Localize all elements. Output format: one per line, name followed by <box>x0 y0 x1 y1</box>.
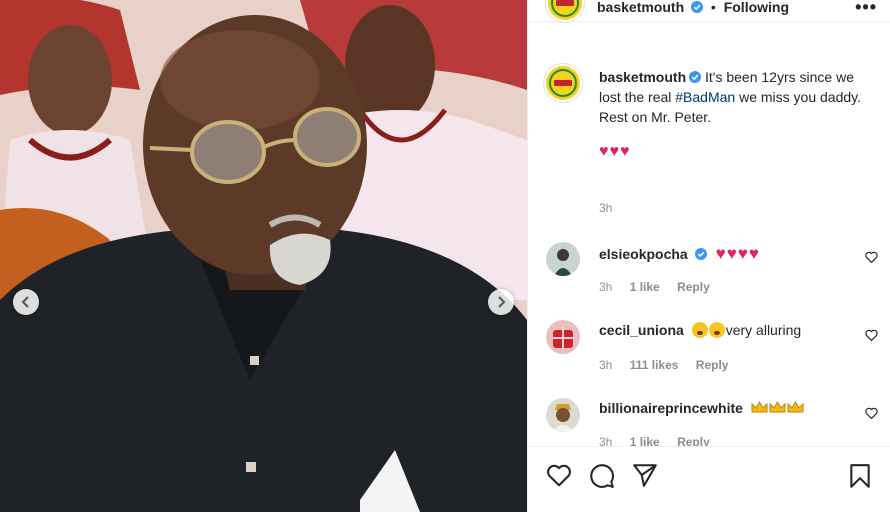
separator-dot: • <box>710 0 716 15</box>
caption-timestamp[interactable]: 3h <box>599 201 612 215</box>
astonished-face-emoji <box>691 322 708 338</box>
post-header-title: basketmouth • Following <box>597 0 789 15</box>
post-photo <box>0 0 527 512</box>
caption-hearts: ♥♥♥ <box>599 143 631 160</box>
comment-meta: 3h 111 likes Reply <box>599 358 742 372</box>
crown-emoji-icon <box>787 401 804 413</box>
commenter-avatar[interactable] <box>546 320 580 354</box>
chevron-left-icon <box>21 296 29 308</box>
post-sidebar: basketmouth • Following ••• basketmouth … <box>527 0 890 512</box>
comment-bubble-icon[interactable] <box>589 463 615 489</box>
post-header: basketmouth • Following ••• <box>528 0 890 22</box>
verified-badge-icon <box>689 71 702 83</box>
comment-text: very alluring <box>725 322 802 338</box>
caption-line-2: Rest on Mr. Peter. <box>599 109 712 125</box>
comment-likes[interactable]: 1 like <box>630 280 660 294</box>
commenter-avatar[interactable] <box>546 242 580 276</box>
comment-item: elsieokpocha ♥♥♥♥ 3h 1 like Reply <box>528 242 890 302</box>
comment-text: ♥♥♥♥ <box>715 244 760 263</box>
comment-like-icon[interactable] <box>865 329 878 341</box>
comment-reply-button[interactable]: Reply <box>677 280 710 294</box>
more-options-icon[interactable]: ••• <box>855 0 877 18</box>
caption-text: basketmouth It's been 12yrs since we los… <box>599 67 879 162</box>
post-action-bar <box>528 446 890 512</box>
verified-badge-icon <box>694 248 707 260</box>
comment-item: cecil_uniona very alluring 3h 111 likes … <box>528 320 890 380</box>
crown-emoji-icon <box>769 401 786 413</box>
crown-emoji-icon <box>751 401 768 413</box>
comment-time[interactable]: 3h <box>599 280 612 294</box>
comment-reply-button[interactable]: Reply <box>696 358 729 372</box>
caption-author-username[interactable]: basketmouth <box>599 69 686 85</box>
comment-line: elsieokpocha ♥♥♥♥ <box>599 244 760 264</box>
comment-like-icon[interactable] <box>865 407 878 419</box>
caption-hashtag-link[interactable]: #BadMan <box>675 89 735 105</box>
comment-username[interactable]: cecil_uniona <box>599 322 684 338</box>
following-button[interactable]: Following <box>724 0 789 15</box>
commenter-avatar[interactable] <box>546 398 580 432</box>
comment-time[interactable]: 3h <box>599 358 612 372</box>
chevron-right-icon <box>498 296 506 308</box>
avatar-image <box>546 242 580 276</box>
astonished-face-emoji <box>708 322 725 338</box>
comment-line: billionaireprincewhite <box>599 400 805 416</box>
caption-author-avatar[interactable] <box>544 64 582 102</box>
avatar-image <box>546 320 580 354</box>
bookmark-icon[interactable] <box>849 463 871 489</box>
verified-badge-icon <box>691 1 704 13</box>
author-username[interactable]: basketmouth <box>597 0 684 15</box>
comment-likes[interactable]: 111 likes <box>630 358 679 372</box>
comment-username[interactable]: elsieokpocha <box>599 246 688 262</box>
heart-outline-icon[interactable] <box>546 463 572 487</box>
author-avatar[interactable] <box>546 0 584 22</box>
comment-meta: 3h 1 like Reply <box>599 280 724 294</box>
next-photo-button[interactable] <box>488 289 514 315</box>
comment-username[interactable]: billionaireprincewhite <box>599 400 743 416</box>
comment-like-icon[interactable] <box>865 251 878 263</box>
comment-line: cecil_uniona very alluring <box>599 322 801 338</box>
caption-body-end: we miss you daddy. <box>735 89 861 105</box>
previous-photo-button[interactable] <box>13 289 39 315</box>
avatar-image <box>546 398 580 432</box>
paper-plane-icon[interactable] <box>632 463 658 487</box>
post-photo-illustration <box>0 0 527 512</box>
